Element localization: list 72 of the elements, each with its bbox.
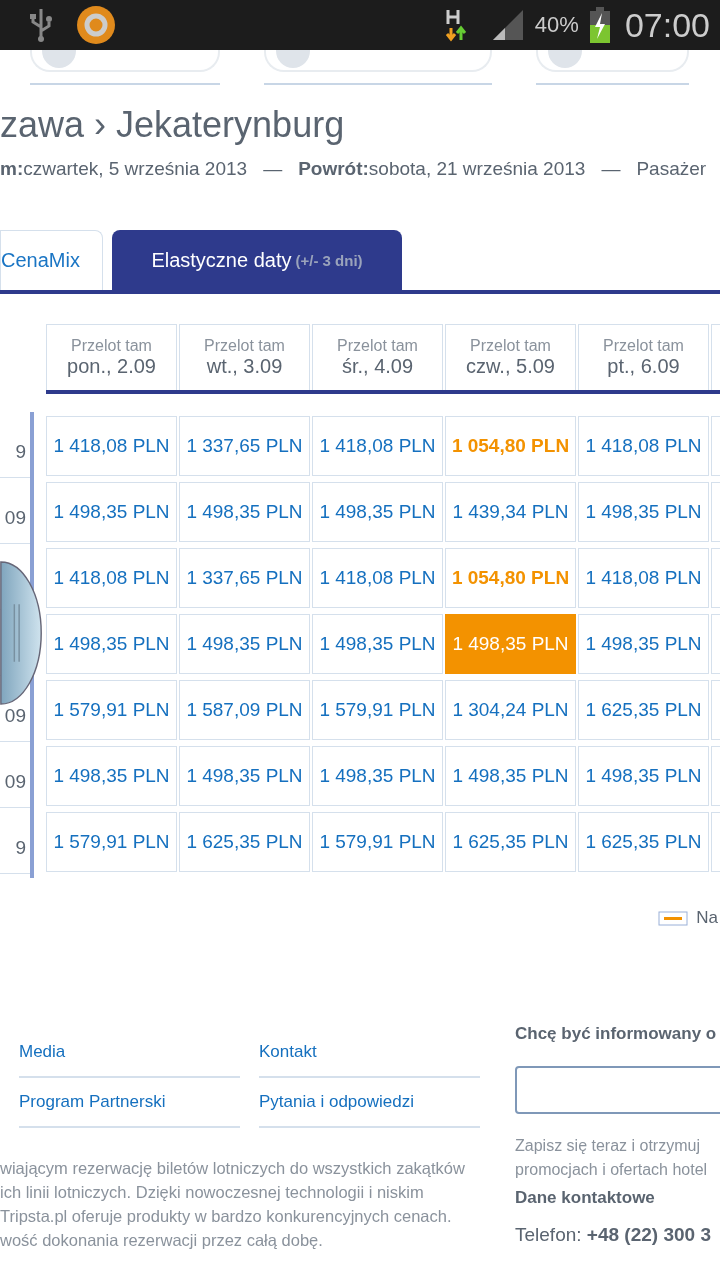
price-cell[interactable]: 1 418,08 PLN xyxy=(578,548,709,608)
price-cell[interactable]: 1 579,91 PLN xyxy=(46,680,177,740)
newsletter-heading: Chcę być informowany o xyxy=(515,1024,718,1044)
price-cell[interactable]: 1 587,09 PLN xyxy=(179,680,310,740)
price-cell[interactable]: 1 498,35 PLN xyxy=(578,482,709,542)
price-cell[interactable]: 1 439,34 PLN xyxy=(445,482,576,542)
price-cell[interactable]: 1 498,35 PLN xyxy=(46,482,177,542)
price-cell[interactable]: 1 625,35 PLN xyxy=(179,812,310,872)
price-cell[interactable]: 1 498,35 PLN xyxy=(312,482,443,542)
trip-detail: Powrót:sobota, 21 września 2013 xyxy=(298,158,586,180)
price-cell[interactable]: 1 579,91 PLN xyxy=(312,812,443,872)
price-cell[interactable]: 1 579,91 PLN xyxy=(46,812,177,872)
column-header: Przelot tam wt., 3.09 xyxy=(179,324,310,390)
price-cell[interactable]: 1 498,35 PLN xyxy=(312,746,443,806)
price-cell[interactable]: 1 418,08 PLN xyxy=(46,548,177,608)
separator-dash: — xyxy=(601,158,621,180)
price-cell[interactable]: 1 498,35 PLN xyxy=(179,746,310,806)
price-cell[interactable]: 1 498,35 PLN xyxy=(578,746,709,806)
footer-link[interactable]: Pytania i odpowiedzi xyxy=(259,1078,480,1128)
scroll-handle[interactable] xyxy=(0,560,44,706)
price-cell[interactable]: 1 337,65 PLN xyxy=(179,548,310,608)
lowest-price-legend-icon xyxy=(658,910,689,926)
footer-link[interactable]: Kontakt xyxy=(259,1028,480,1078)
usb-icon xyxy=(28,7,54,43)
step-pill[interactable] xyxy=(536,50,689,72)
column-header: Przelot tam pon., 2.09 xyxy=(46,324,177,390)
column-header: Przelot tam pt., 6.09 xyxy=(578,324,709,390)
contact-heading: Dane kontaktowe xyxy=(515,1188,656,1208)
price-cell[interactable]: 1 337,65 PLN xyxy=(179,416,310,476)
price-cell[interactable]: 1 625,35 PLN xyxy=(578,812,709,872)
column-header: Przelot tam śr., 4.09 xyxy=(312,324,443,390)
footer-link[interactable]: Program Partnerski xyxy=(19,1078,240,1128)
route-title: zawa › Jekaterynburg xyxy=(0,104,346,146)
price-cell[interactable]: 1 579,91 PLN xyxy=(312,680,443,740)
price-cell[interactable]: 1 418,08 PLN xyxy=(312,416,443,476)
price-cell[interactable]: 1 498,35 PLN xyxy=(312,614,443,674)
phone-number: Telefon: +48 (22) 300 3 xyxy=(515,1224,712,1246)
app-icon xyxy=(76,5,116,45)
row-date: 09 xyxy=(4,507,26,529)
price-cell[interactable]: 1 498,35 PLN xyxy=(179,482,310,542)
data-transfer-icon xyxy=(444,8,469,42)
step-pill[interactable] xyxy=(30,50,220,72)
price-cell[interactable]: 1 498,35 PLN xyxy=(46,746,177,806)
email-field[interactable] xyxy=(515,1066,720,1114)
price-cell[interactable]: 1 418,08 PLN xyxy=(46,416,177,476)
legend-label: Na xyxy=(696,908,718,928)
row-date: 09 xyxy=(4,705,26,727)
price-cell[interactable]: 1 625,35 PLN xyxy=(578,680,709,740)
battery-charging-icon xyxy=(588,7,611,43)
trip-detail: m:czwartek, 5 września 2013 xyxy=(0,158,248,180)
price-cell[interactable]: 1 418,08 PLN xyxy=(578,416,709,476)
row-date: 9 xyxy=(15,837,26,859)
newsletter-text: Zapisz się teraz i otrzymuj promocjach i ofertach hotel xyxy=(515,1136,709,1180)
price-cell[interactable]: 1 304,24 PLN xyxy=(445,680,576,740)
tab[interactable]: Elastyczne daty (+/- 3 dni) xyxy=(112,230,402,290)
price-cell[interactable]: 1 498,35 PLN xyxy=(46,614,177,674)
about-text: wiającym rezerwację biletów lotniczych do wszystkich zakątków ich linii lotniczych. Dzięki nowoczesnej technologii i niskim Tripsta.pl oferuje produkty w bardzo konkurencyjnych cenach. wość dokonania rezerwacji przez całą dobę. xyxy=(0,1158,466,1251)
trip-detail: Pasażer xyxy=(636,158,707,180)
step-pill[interactable] xyxy=(264,50,492,72)
price-cell[interactable]: 1 498,35 PLN xyxy=(578,614,709,674)
row-date: 9 xyxy=(15,441,26,463)
price-cell[interactable]: 1 498,35 PLN xyxy=(445,746,576,806)
price-cell[interactable]: 1 625,35 PLN xyxy=(445,812,576,872)
price-cell[interactable]: 1 418,08 PLN xyxy=(312,548,443,608)
footer-link[interactable]: Media xyxy=(19,1028,240,1078)
separator-dash: — xyxy=(263,158,283,180)
row-date: 09 xyxy=(4,771,26,793)
battery-percent: 40% xyxy=(534,12,579,38)
column-header: Przelot tam czw., 5.09 xyxy=(445,324,576,390)
price-cell[interactable]: 1 498,35 PLN xyxy=(179,614,310,674)
clock: 07:00 xyxy=(624,5,710,45)
tab[interactable]: CenaMix xyxy=(0,230,103,290)
